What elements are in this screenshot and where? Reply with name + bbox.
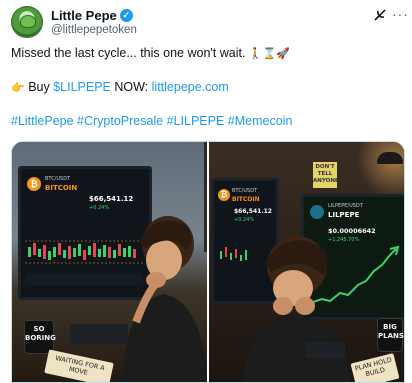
left-coin-name: BITCOIN (45, 184, 78, 192)
left-ticker: BTC/USDT (45, 176, 71, 182)
avatar[interactable] (11, 6, 43, 38)
cashtag-link[interactable]: $LILPEPE (53, 80, 111, 94)
right-price: $66,541.12 (234, 208, 272, 215)
grok-icon[interactable] (372, 7, 388, 23)
tweet-line-2-prefix: Buy (28, 80, 54, 94)
pepe-avatar-face-icon (20, 15, 36, 28)
pepe-name: LILPEPE (328, 211, 360, 219)
tweet-line-1-text: Missed the last cycle... this one won't … (11, 46, 246, 60)
tweet-text-line-1: Missed the last cycle... this one won't … (11, 46, 290, 60)
sticky-note: DON'T TELL ANYONE (313, 162, 339, 188)
right-ticker: BTC/USDT (232, 188, 258, 194)
left-change: +0.24% (89, 205, 110, 211)
lilpepe-coin-icon (310, 205, 324, 219)
pointing-hand-icon: 👉 (11, 82, 25, 94)
tweet-media[interactable]: ₿ BTC/USDT BITCOIN $66,541.12 +0.24% SO … (11, 141, 405, 383)
tweet-text-line-2: 👉 Buy $LILPEPE NOW: littlepepe.com (11, 80, 229, 94)
author-name[interactable]: Little Pepe (51, 8, 117, 23)
hashtags-line[interactable]: #LittlePepe #CryptoPresale #LILPEPE #Mem… (11, 114, 292, 128)
website-link[interactable]: littlepepe.com (152, 80, 229, 94)
big-plans-mug: BIG PLANS (377, 318, 404, 352)
bitcoin-coin-icon: ₿ (218, 189, 230, 201)
author-handle[interactable]: @littlepepetoken (51, 24, 137, 36)
keyboard (305, 342, 345, 358)
media-image-right[interactable]: DON'T TELL ANYONE ₿ BTC/USDT BITCOIN $66… (209, 142, 404, 382)
keyboard (70, 324, 128, 344)
right-coin-name: BITCOIN (232, 196, 260, 203)
media-image-left[interactable]: ₿ BTC/USDT BITCOIN $66,541.12 +0.24% SO … (12, 142, 207, 382)
person-bored-illustration (122, 216, 207, 382)
desk-lamp-icon (377, 152, 403, 164)
lamp-glow (359, 142, 404, 202)
more-options-icon[interactable]: ··· (392, 6, 409, 22)
author-name-row: Little Pepe ✓ (51, 8, 133, 23)
tweet-line-2-mid: NOW: (110, 80, 152, 94)
person-excited-illustration (243, 236, 351, 382)
waiting-note: WAITING FOR A MOVE (44, 349, 114, 382)
tweet-line-1-emoji: 🚶⌛🚀 (248, 48, 291, 60)
bitcoin-coin-icon: ₿ (27, 177, 41, 191)
verified-badge-icon: ✓ (119, 9, 133, 22)
right-change: +0.24% (234, 217, 255, 223)
pepe-ticker: LILPEPE/USDT (328, 203, 363, 209)
